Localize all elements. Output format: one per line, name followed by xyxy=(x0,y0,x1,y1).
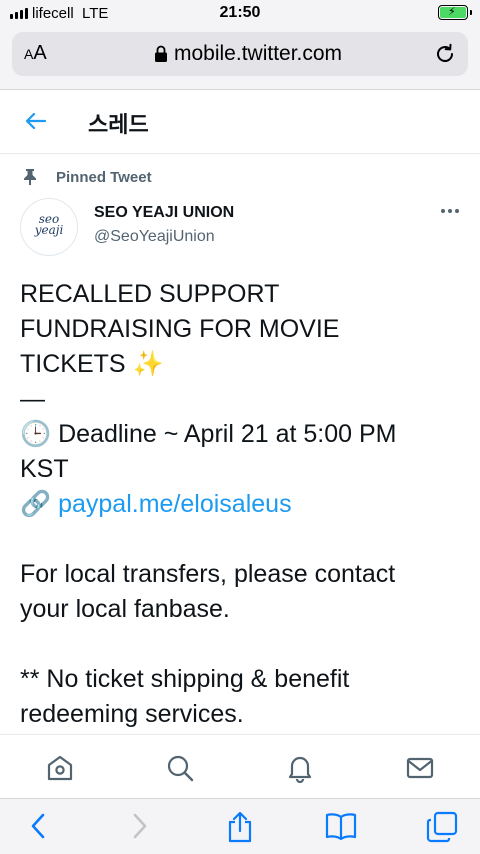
status-time: 21:50 xyxy=(219,4,261,21)
lock-icon xyxy=(155,45,167,62)
twitter-bottom-nav xyxy=(0,734,480,798)
tweet-line: ** No ticket shipping & benefit xyxy=(20,665,350,693)
tweet-line: 🔗 paypal.me/eloisaleus xyxy=(20,487,464,522)
back-arrow-icon[interactable] xyxy=(24,109,48,133)
more-options-icon[interactable] xyxy=(440,206,460,216)
browser-address-bar: AA mobile.twitter.com xyxy=(0,26,480,90)
text-size-button[interactable]: AA xyxy=(24,42,47,65)
page-title: 스레드 xyxy=(88,113,149,138)
tweet-line: redeeming services. xyxy=(20,700,244,728)
tweet-line: 🕒 Deadline ~ April 21 at 5:00 PM xyxy=(20,420,397,448)
messages-icon[interactable] xyxy=(405,753,435,783)
url-text: mobile.twitter.com xyxy=(174,42,343,65)
tabs-icon[interactable] xyxy=(426,811,458,843)
tweet-line: — xyxy=(20,385,45,413)
author-handle[interactable]: @SeoYeajiUnion xyxy=(94,228,215,246)
share-icon[interactable] xyxy=(226,811,254,843)
clock-icon: 🕒 xyxy=(20,420,52,448)
forward-icon[interactable] xyxy=(128,811,152,841)
paypal-link[interactable]: paypal.me/eloisaleus xyxy=(58,490,291,518)
tweet-line: TICKETS ✨ xyxy=(20,350,164,378)
battery-charging-icon: ⚡ xyxy=(438,5,472,20)
author-name[interactable]: SEO YEAJI UNION xyxy=(94,204,234,222)
tweet-author: seo yeaji SEO YEAJI UNION @SeoYeajiUnion xyxy=(20,196,468,258)
home-icon[interactable] xyxy=(45,753,75,783)
search-icon[interactable] xyxy=(165,753,195,783)
link-icon: 🔗 xyxy=(20,490,52,518)
pinned-label: Pinned Tweet xyxy=(22,168,152,186)
url-field[interactable]: AA mobile.twitter.com xyxy=(12,32,468,76)
thread-header: 스레드 xyxy=(0,90,480,154)
back-icon[interactable] xyxy=(26,811,50,841)
bookmarks-icon[interactable] xyxy=(324,811,358,841)
tweet-line: your local fanbase. xyxy=(20,595,230,623)
avatar-logo: seo yeaji xyxy=(34,212,64,237)
reload-icon[interactable] xyxy=(434,43,456,65)
sparkles-icon: ✨ xyxy=(132,350,164,378)
browser-toolbar xyxy=(0,798,480,854)
tweet-line: KST xyxy=(20,455,69,483)
notifications-icon[interactable] xyxy=(285,753,315,783)
pin-icon xyxy=(24,169,36,185)
avatar[interactable]: seo yeaji xyxy=(20,198,78,256)
pinned-text: Pinned Tweet xyxy=(56,168,152,186)
status-bar: lifecell LTE 21:50 ⚡ xyxy=(0,0,480,26)
tweet-line: For local transfers, please contact xyxy=(20,560,396,588)
tweet-line: FUNDRAISING FOR MOVIE xyxy=(20,315,340,343)
tweet-text: RECALLED SUPPORT FUNDRAISING FOR MOVIE T… xyxy=(20,277,464,732)
tweet-line: RECALLED SUPPORT xyxy=(20,280,280,308)
